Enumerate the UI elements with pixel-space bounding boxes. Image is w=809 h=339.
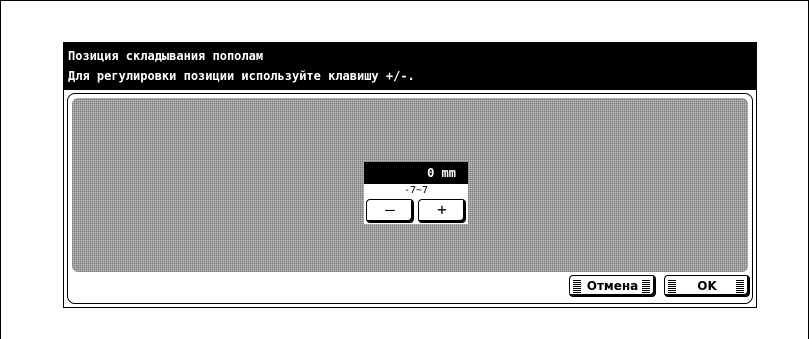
value-display: 0 mm <box>364 162 468 184</box>
stepper-buttons: – + <box>364 198 468 224</box>
grip-icon <box>642 279 650 293</box>
cancel-button[interactable]: Отмена <box>569 275 656 297</box>
header-bar: Позиция складывания пополам Для регулиро… <box>64 43 756 90</box>
value-text: 0 mm <box>427 166 456 180</box>
range-label: -7~7 <box>364 184 468 198</box>
screen-title: Позиция складывания пополам <box>68 49 264 63</box>
fold-position-screen: Позиция складывания пополам Для регулиро… <box>63 42 757 308</box>
instruction-text: Для регулировки позиции используйте клав… <box>68 69 415 83</box>
content-panel: 0 mm -7~7 – + Отмена OK <box>67 93 753 304</box>
ok-button[interactable]: OK <box>664 275 750 297</box>
minus-button[interactable]: – <box>366 199 414 223</box>
plus-button[interactable]: + <box>418 199 466 223</box>
grip-icon <box>736 279 744 293</box>
